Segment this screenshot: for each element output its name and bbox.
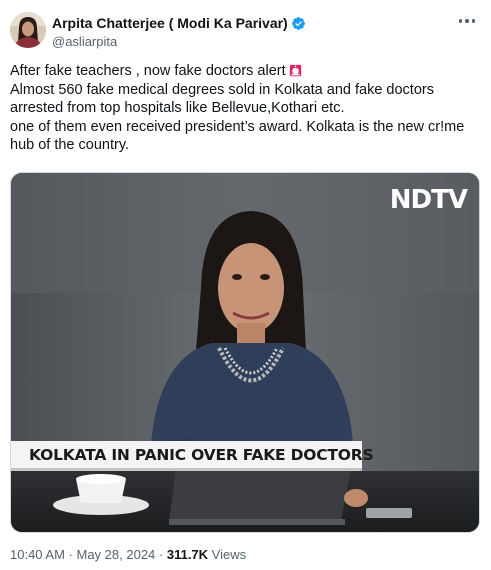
verified-badge-icon bbox=[291, 16, 305, 30]
views-count[interactable]: 311.7K bbox=[167, 547, 208, 562]
tweet-line: one of them even received president’s aw… bbox=[10, 118, 465, 154]
author-names: Arpita Chatterjee ( Modi Ka Parivar) @as… bbox=[52, 14, 306, 49]
meta-separator: · bbox=[155, 547, 167, 562]
tweet-card: Arpita Chatterjee ( Modi Ka Parivar) @as… bbox=[0, 0, 491, 570]
tweet-meta: 10:40 AM · May 28, 2024 · 311.7K Views bbox=[10, 547, 246, 562]
tweet-date[interactable]: May 28, 2024 bbox=[77, 547, 156, 562]
tweet-line: After fake teachers , now fake doctors a… bbox=[10, 62, 478, 81]
views-label: Views bbox=[208, 547, 247, 562]
tweet-line: Almost 560 fake medical degrees sold in … bbox=[10, 81, 434, 117]
channel-logo-text: NDTV bbox=[389, 185, 468, 215]
police-siren-emoji bbox=[289, 64, 301, 77]
tweet-time[interactable]: 10:40 AM bbox=[10, 547, 65, 562]
channel-logo: NDTV bbox=[389, 185, 468, 215]
video-thumbnail[interactable]: NDTV KOLKATA IN PANIC OVER FAKE DOCTORS bbox=[10, 172, 480, 533]
meta-separator: · bbox=[64, 547, 77, 562]
more-options-icon[interactable] bbox=[457, 14, 477, 28]
news-ticker: KOLKATA IN PANIC OVER FAKE DOCTORS bbox=[11, 441, 374, 471]
avatar[interactable] bbox=[10, 12, 46, 48]
author-display-name[interactable]: Arpita Chatterjee ( Modi Ka Parivar) bbox=[52, 15, 288, 31]
tweet-text: After fake teachers , now fake doctors a… bbox=[10, 62, 478, 155]
tweet-header: Arpita Chatterjee ( Modi Ka Parivar) @as… bbox=[10, 8, 481, 52]
author-handle[interactable]: @asliarpita bbox=[52, 34, 306, 49]
news-anchor-image bbox=[11, 173, 479, 532]
tweet-line-text: After fake teachers , now fake doctors a… bbox=[10, 63, 286, 79]
